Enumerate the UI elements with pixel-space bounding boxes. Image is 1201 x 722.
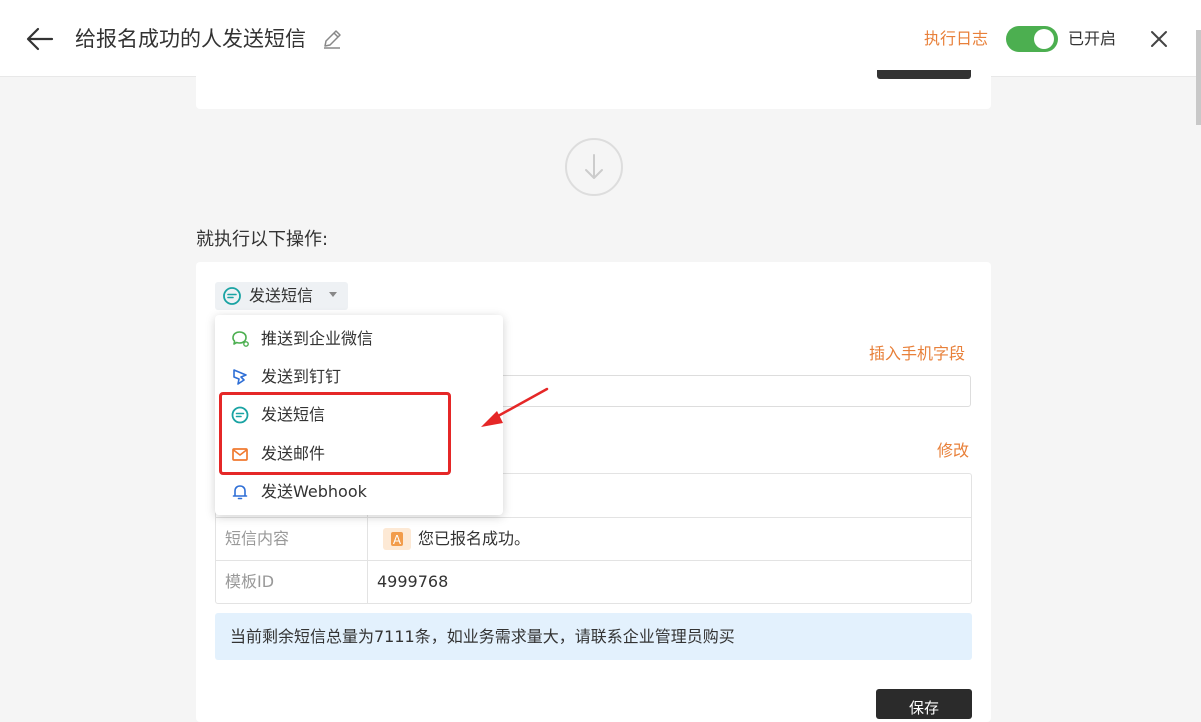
menu-item-wechat-work[interactable]: 推送到企业微信 <box>215 320 503 358</box>
menu-item-label: 发送Webhook <box>261 482 367 501</box>
message-icon <box>223 287 241 305</box>
action-type-select[interactable]: 发送短信 <box>215 282 348 310</box>
annotation-arrow <box>481 387 549 427</box>
table-key: 模板ID <box>225 572 275 591</box>
trigger-card-button[interactable] <box>877 70 971 79</box>
pencil-icon[interactable] <box>321 28 343 50</box>
table-value: 您已报名成功。 <box>418 529 531 548</box>
enable-toggle[interactable] <box>1006 26 1058 52</box>
section-heading: 就执行以下操作: <box>196 229 329 250</box>
phone-input[interactable] <box>491 375 971 407</box>
toggle-status-label: 已开启 <box>1068 29 1117 48</box>
trigger-card <box>196 70 991 109</box>
column-divider <box>367 518 368 561</box>
toggle-knob <box>1034 29 1054 49</box>
modify-link[interactable]: 修改 <box>937 440 969 462</box>
dingtalk-icon <box>233 369 247 385</box>
back-arrow-icon[interactable] <box>26 26 54 52</box>
badge-letter: A <box>391 532 403 547</box>
arrow-down-icon <box>565 138 623 196</box>
page-title: 给报名成功的人发送短信 <box>75 27 306 51</box>
save-button[interactable]: 保存 <box>876 689 972 719</box>
menu-item-label: 发送到钉钉 <box>261 367 342 386</box>
bell-icon <box>232 485 248 500</box>
wechat-work-icon <box>232 331 249 347</box>
caret-down-icon <box>329 292 337 297</box>
save-button-label: 保存 <box>908 699 939 717</box>
table-key: 短信内容 <box>225 529 290 548</box>
insert-phone-field-link[interactable]: 插入手机字段 <box>869 343 965 365</box>
notice-text: 当前剩余短信总量为7111条，如业务需求量大，请联系企业管理员购买 <box>230 627 735 646</box>
highlight-box <box>219 392 451 475</box>
template-variable-badge: A <box>383 528 411 550</box>
table-row: 短信内容 A 您已报名成功。 <box>216 517 971 561</box>
scrollbar[interactable] <box>1196 30 1201 125</box>
close-icon[interactable] <box>1148 28 1170 50</box>
table-row: 模板ID 4999768 <box>216 560 971 604</box>
menu-item-dingtalk[interactable]: 发送到钉钉 <box>215 358 503 396</box>
action-type-label: 发送短信 <box>249 286 314 305</box>
column-divider <box>367 561 368 604</box>
page-header: 给报名成功的人发送短信 执行日志 已开启 <box>0 0 1201 77</box>
execution-log-link[interactable]: 执行日志 <box>924 28 988 50</box>
sms-quota-notice: 当前剩余短信总量为7111条，如业务需求量大，请联系企业管理员购买 <box>215 613 972 660</box>
menu-item-webhook[interactable]: 发送Webhook <box>215 473 503 511</box>
menu-item-label: 推送到企业微信 <box>261 329 374 348</box>
table-value: 4999768 <box>377 572 449 591</box>
